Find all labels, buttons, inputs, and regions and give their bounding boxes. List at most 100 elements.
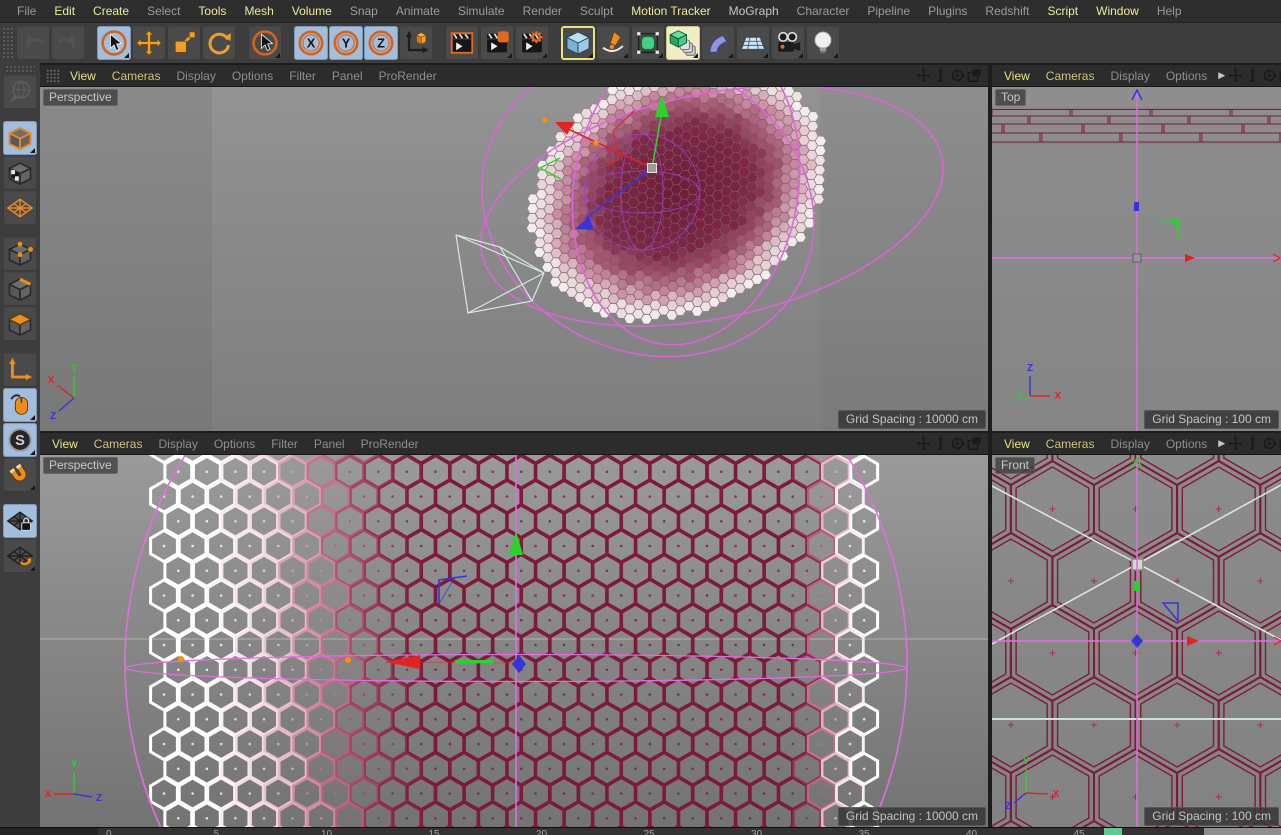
menu-window[interactable]: Window	[1087, 0, 1148, 22]
viewport-menu-display[interactable]: Display	[1102, 437, 1157, 451]
viewport-canvas-perspective[interactable]: YXZ	[40, 455, 988, 828]
menu-tools[interactable]: Tools	[189, 0, 235, 22]
viewport-menu-view[interactable]: View	[62, 69, 104, 83]
viewport-menu-cameras[interactable]: Cameras	[104, 69, 169, 83]
add-cube-object-button[interactable]	[561, 26, 595, 60]
make-editable-button[interactable]	[3, 75, 37, 109]
add-spline-pen-button[interactable]	[596, 26, 630, 60]
pan-icon[interactable]	[1228, 68, 1243, 83]
menu-mograph[interactable]: MoGraph	[720, 0, 788, 22]
viewport-menu-view[interactable]: View	[996, 69, 1038, 83]
viewport-canvas-front[interactable]: YXZ	[992, 455, 1281, 828]
add-camera-button[interactable]	[771, 26, 805, 60]
viewport-menu-prorender[interactable]: ProRender	[371, 69, 445, 83]
texture-mode-button[interactable]	[3, 156, 37, 190]
menu-overflow-icon[interactable]: ▶	[1215, 438, 1228, 449]
add-floor-button[interactable]	[736, 26, 770, 60]
lock-y-axis-button[interactable]: Y	[329, 26, 363, 60]
render-picture-viewer-button[interactable]	[480, 26, 514, 60]
model-mode-button[interactable]	[3, 121, 37, 155]
menu-select[interactable]: Select	[138, 0, 189, 22]
toggle-layout-icon[interactable]	[967, 436, 982, 451]
lock-workplane-button[interactable]	[3, 504, 37, 538]
add-subdivision-surface-button[interactable]	[631, 26, 665, 60]
undo-button[interactable]	[16, 26, 50, 60]
last-used-tool-button[interactable]	[248, 26, 282, 60]
add-cloner-button[interactable]	[666, 26, 700, 60]
menu-edit[interactable]: Edit	[45, 0, 84, 22]
menu-animate[interactable]: Animate	[387, 0, 449, 22]
menu-file[interactable]: File	[8, 0, 45, 22]
dolly-icon[interactable]	[1245, 68, 1260, 83]
viewport-menu-cameras[interactable]: Cameras	[86, 437, 151, 451]
dolly-icon[interactable]	[1245, 436, 1260, 451]
enable-snap-button[interactable]	[3, 458, 37, 492]
menu-mesh[interactable]: Mesh	[235, 0, 282, 22]
redo-button[interactable]	[51, 26, 85, 60]
menu-script[interactable]: Script	[1038, 0, 1087, 22]
timeline-ruler[interactable]: 051015202530354045	[0, 827, 1281, 835]
workplane-mode-button[interactable]	[3, 191, 37, 225]
workplane-transform-button[interactable]	[3, 539, 37, 573]
menu-redshift[interactable]: Redshift	[976, 0, 1038, 22]
menu-character[interactable]: Character	[788, 0, 859, 22]
sidebar-drag-handle[interactable]	[5, 65, 35, 73]
viewport-menu-prorender[interactable]: ProRender	[353, 437, 427, 451]
rotate-tool-button[interactable]	[202, 26, 236, 60]
viewport-solo-button[interactable]	[3, 388, 37, 422]
dolly-icon[interactable]	[933, 436, 948, 451]
viewport-menu-options[interactable]: Options	[224, 69, 281, 83]
points-mode-button[interactable]	[3, 237, 37, 271]
render-settings-button[interactable]	[515, 26, 549, 60]
toolbar-drag-handle[interactable]	[2, 27, 13, 59]
menu-create[interactable]: Create	[84, 0, 138, 22]
render-view-button[interactable]	[445, 26, 479, 60]
menu-plugins[interactable]: Plugins	[919, 0, 976, 22]
viewport-menu-display[interactable]: Display	[150, 437, 205, 451]
coordinate-system-toggle-button[interactable]	[399, 26, 433, 60]
menu-sculpt[interactable]: Sculpt	[571, 0, 622, 22]
timeline-ruler-track[interactable]: 051015202530354045	[98, 828, 1281, 835]
viewport-drag-handle[interactable]	[46, 69, 60, 83]
viewport-menu-cameras[interactable]: Cameras	[1038, 69, 1103, 83]
pan-icon[interactable]	[916, 436, 931, 451]
live-selection-tool-button[interactable]	[97, 26, 131, 60]
viewport-menu-view[interactable]: View	[996, 437, 1038, 451]
viewport-menu-cameras[interactable]: Cameras	[1038, 437, 1103, 451]
menu-simulate[interactable]: Simulate	[449, 0, 514, 22]
rotate-view-icon[interactable]	[950, 68, 965, 83]
menu-motion-tracker[interactable]: Motion Tracker	[622, 0, 719, 22]
timeline-scrollbar[interactable]	[1204, 828, 1281, 835]
pan-icon[interactable]	[916, 68, 931, 83]
menu-pipeline[interactable]: Pipeline	[858, 0, 919, 22]
viewport-menu-view[interactable]: View	[44, 437, 86, 451]
toggle-layout-icon[interactable]	[967, 68, 982, 83]
dolly-icon[interactable]	[933, 68, 948, 83]
add-light-button[interactable]	[806, 26, 840, 60]
viewport-menu-filter[interactable]: Filter	[281, 69, 324, 83]
viewport-canvas-perspective[interactable]: YXZ	[40, 87, 988, 431]
rotate-view-icon[interactable]	[1262, 68, 1277, 83]
viewport-menu-options[interactable]: Options	[1158, 69, 1215, 83]
viewport-menu-display[interactable]: Display	[1102, 69, 1157, 83]
snap-settings-button[interactable]: S	[3, 423, 37, 457]
polygons-mode-button[interactable]	[3, 307, 37, 341]
menu-overflow-icon[interactable]: ▶	[1215, 70, 1228, 81]
timeline-current-frame-marker[interactable]	[1104, 828, 1122, 835]
menu-render[interactable]: Render	[514, 0, 571, 22]
rotate-view-icon[interactable]	[950, 436, 965, 451]
menu-volume[interactable]: Volume	[283, 0, 341, 22]
lock-x-axis-button[interactable]: X	[294, 26, 328, 60]
viewport-menu-display[interactable]: Display	[168, 69, 223, 83]
edges-mode-button[interactable]	[3, 272, 37, 306]
viewport-canvas-top[interactable]: ZYX	[992, 87, 1281, 431]
rotate-view-icon[interactable]	[1262, 436, 1277, 451]
viewport-menu-panel[interactable]: Panel	[324, 69, 371, 83]
pan-icon[interactable]	[1228, 436, 1243, 451]
move-tool-button[interactable]	[132, 26, 166, 60]
menu-help[interactable]: Help	[1148, 0, 1191, 22]
viewport-menu-filter[interactable]: Filter	[263, 437, 306, 451]
viewport-menu-options[interactable]: Options	[1158, 437, 1215, 451]
viewport-menu-options[interactable]: Options	[206, 437, 263, 451]
lock-z-axis-button[interactable]: Z	[364, 26, 398, 60]
